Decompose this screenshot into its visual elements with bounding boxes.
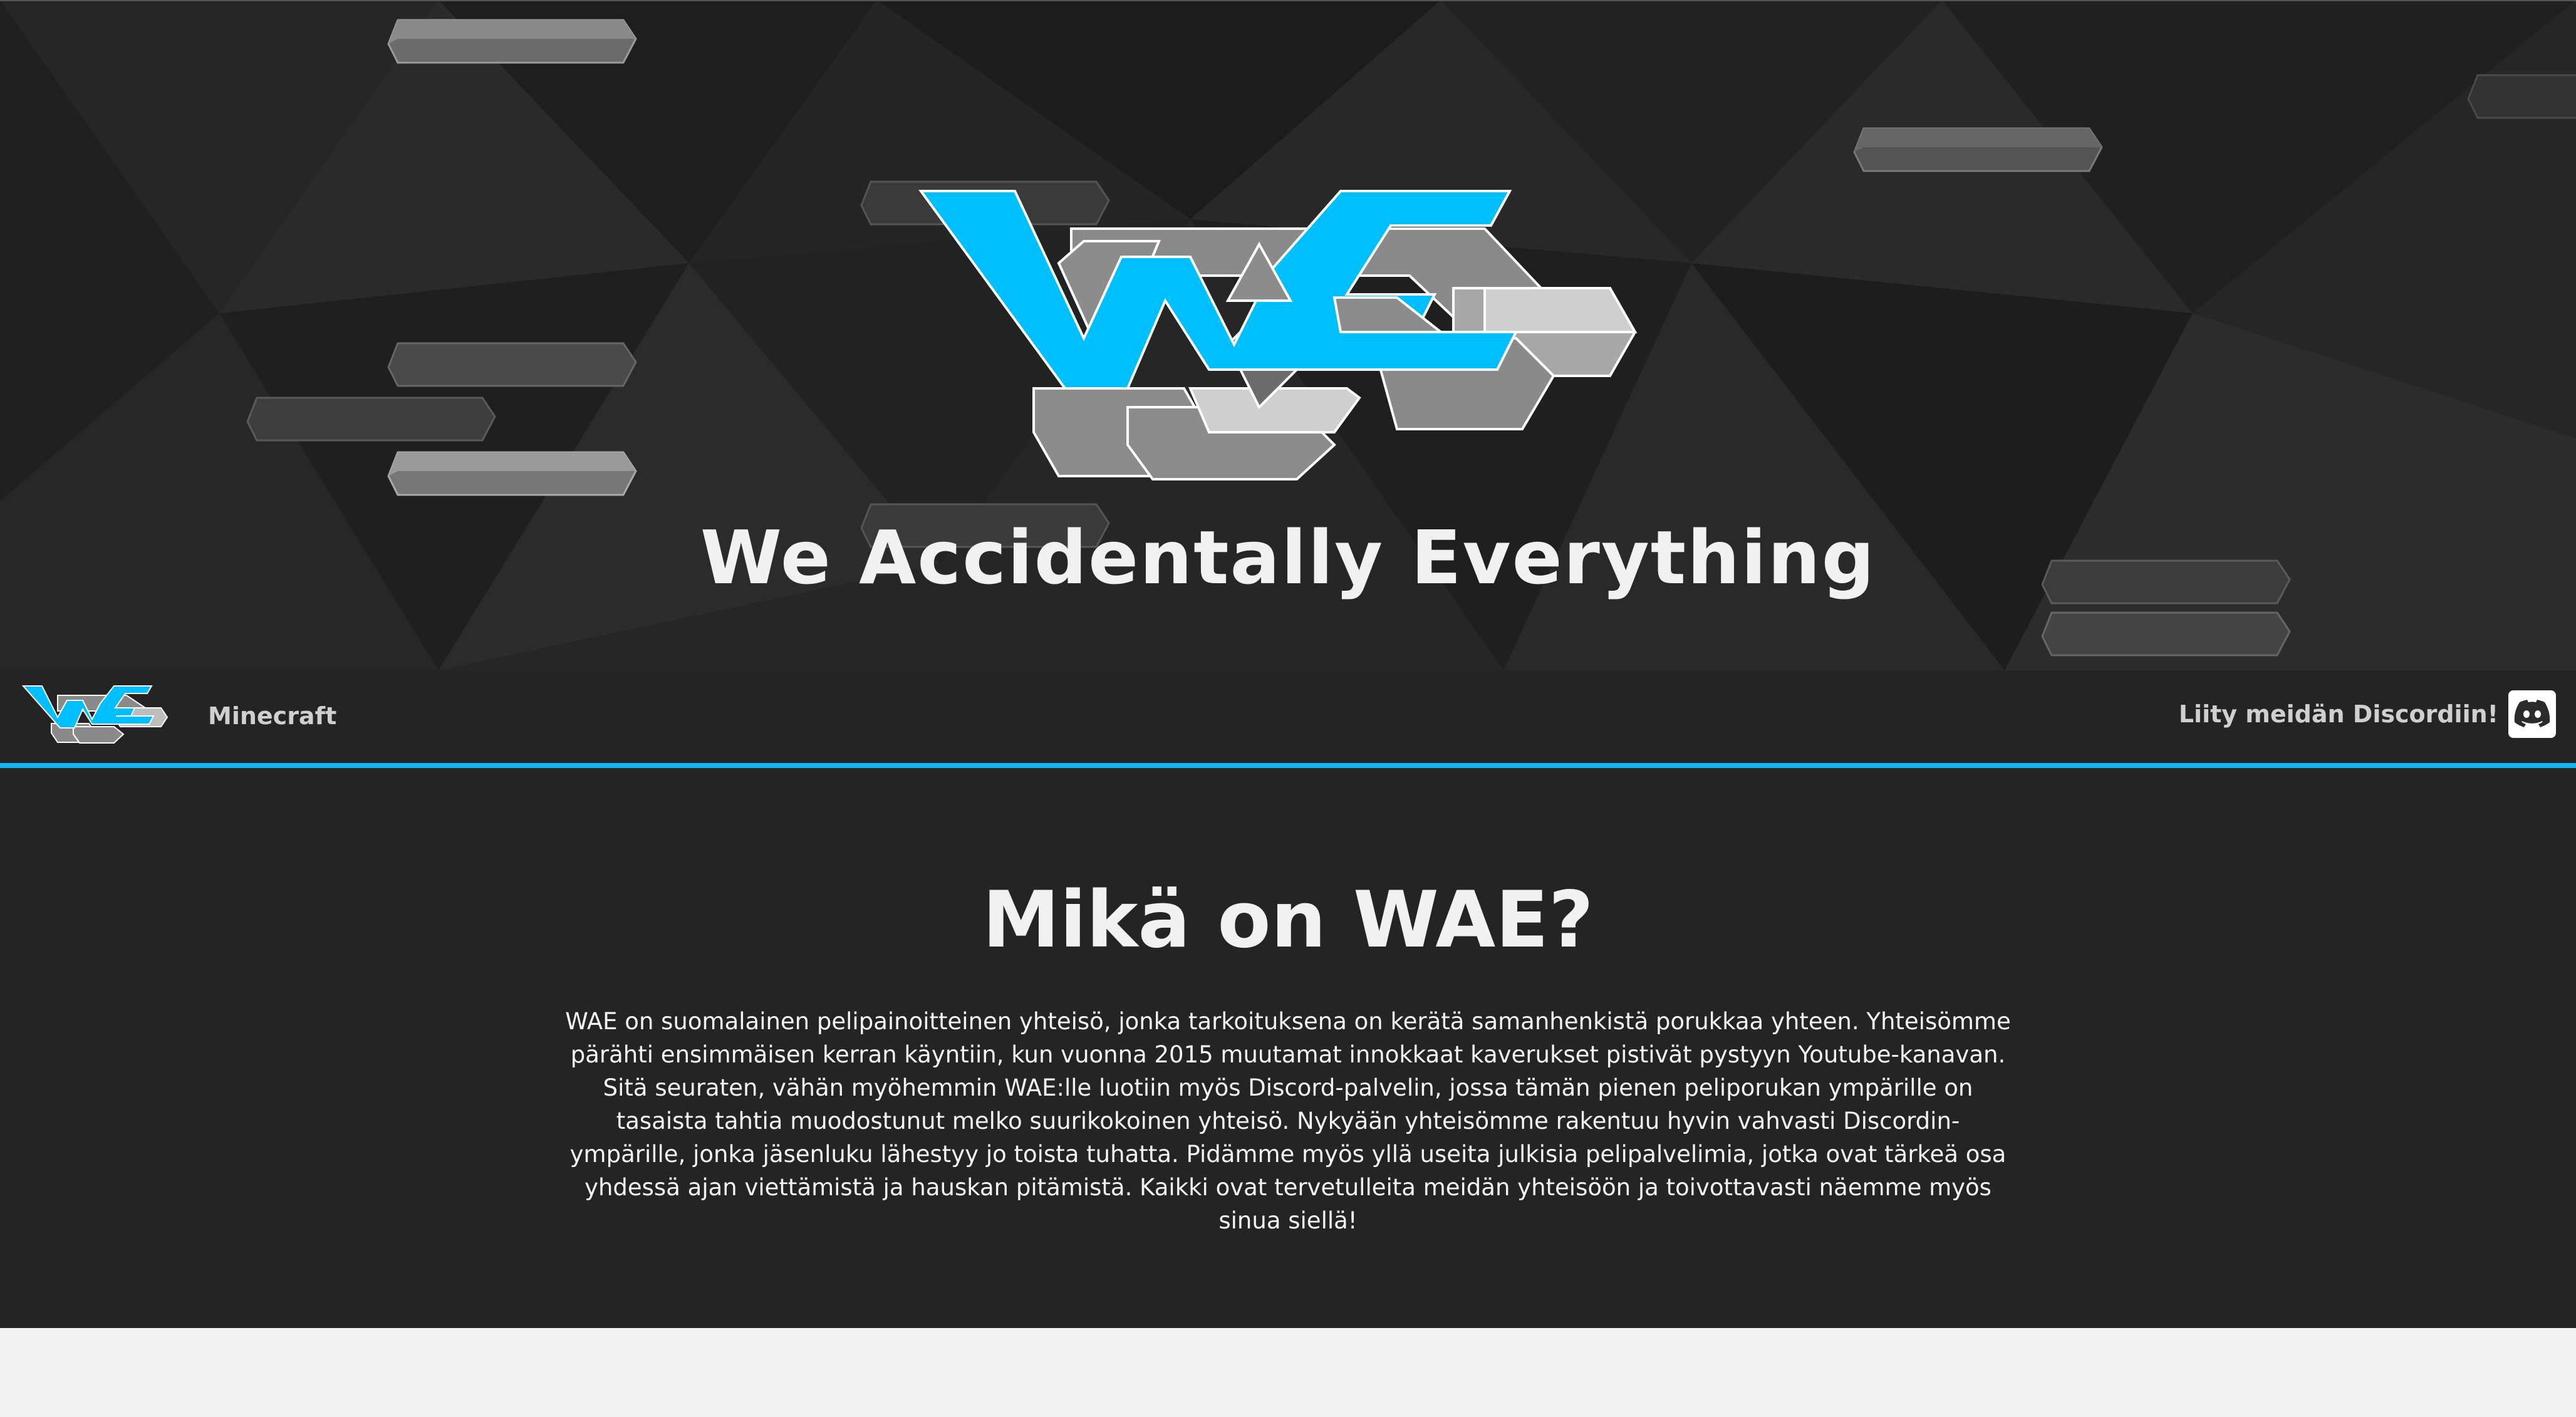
- page-footer-area: [0, 1328, 2576, 1417]
- about-section: Mikä on WAE? WAE on suomalainen pelipain…: [0, 768, 2576, 1328]
- wae-logo[interactable]: [20, 683, 169, 750]
- discord-logo-glyph: [2514, 700, 2550, 727]
- nav-link-minecraft[interactable]: Minecraft: [208, 700, 336, 732]
- hero-banner: We Accidentally Everything: [0, 0, 2576, 670]
- wae-logo: [918, 190, 1638, 480]
- discord-icon: [2508, 690, 2556, 738]
- hero-title: We Accidentally Everything: [700, 514, 1876, 601]
- about-text: WAE on suomalainen pelipainoitteinen yht…: [565, 1008, 2011, 1234]
- discord-join-label: Liity meidän Discordiin!: [2178, 700, 2498, 728]
- wae-logo-icon: [21, 685, 169, 744]
- about-title: Mikä on WAE?: [982, 875, 1594, 965]
- discord-join-link[interactable]: Liity meidän Discordiin!: [2179, 690, 2556, 738]
- top-navbar: Minecraft Liity meidän Discordiin!: [0, 670, 2576, 768]
